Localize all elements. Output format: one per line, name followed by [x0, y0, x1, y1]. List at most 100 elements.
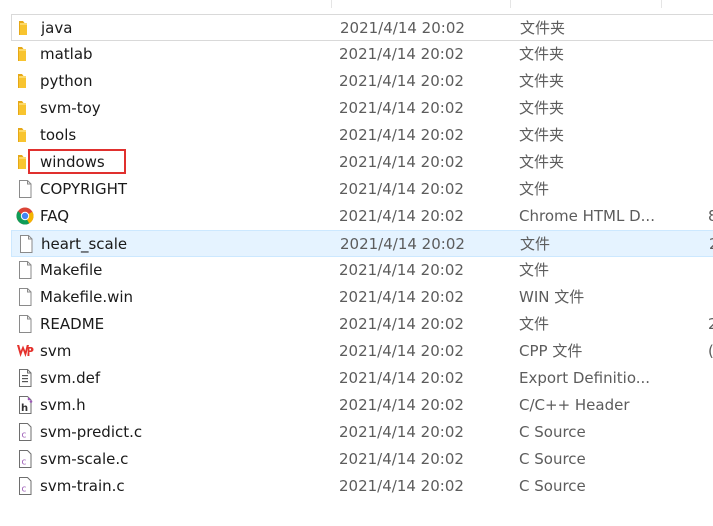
modified-date: 2021/4/14 20:02 — [339, 369, 464, 387]
file-row-svm-scale-c[interactable]: c svm-scale.c 2021/4/14 20:02 C Source — [11, 446, 713, 473]
file-size — [708, 149, 713, 176]
file-row-copyright[interactable]: COPYRIGHT 2021/4/14 20:02 文件 — [11, 176, 713, 203]
svg-text:h: h — [21, 403, 28, 414]
file-type: C Source — [519, 423, 586, 441]
modified-date: 2021/4/14 20:02 — [339, 477, 464, 495]
modified-date: 2021/4/14 20:02 — [339, 450, 464, 468]
file-type: 文件 — [519, 180, 550, 198]
file-size: 2 — [709, 231, 713, 258]
folder-icon — [15, 98, 35, 118]
file-size — [708, 392, 713, 419]
file-type: 文件夹 — [519, 99, 565, 117]
column-divider[interactable] — [331, 0, 332, 8]
folder-icon — [16, 18, 36, 38]
file-row-matlab[interactable]: matlab 2021/4/14 20:02 文件夹 — [11, 41, 713, 68]
file-name: java — [41, 19, 73, 37]
file-name: Makefile.win — [40, 288, 134, 306]
file-icon — [15, 287, 35, 307]
c-source-icon: c — [15, 449, 35, 469]
svg-text:c: c — [22, 485, 27, 495]
file-name: heart_scale — [41, 235, 128, 253]
file-size — [708, 473, 713, 500]
def-file-icon — [15, 368, 35, 388]
file-type: C/C++ Header — [519, 396, 630, 414]
file-type: 文件 — [519, 315, 550, 333]
file-icon — [15, 260, 35, 280]
file-row-svm-toy[interactable]: svm-toy 2021/4/14 20:02 文件夹 — [11, 95, 713, 122]
column-divider[interactable] — [661, 0, 662, 8]
file-type: C Source — [519, 477, 586, 495]
file-row-tools[interactable]: tools 2021/4/14 20:02 文件夹 — [11, 122, 713, 149]
file-size — [708, 68, 713, 95]
file-row-svm[interactable]: svm 2021/4/14 20:02 CPP 文件 ( — [11, 338, 713, 365]
file-size — [708, 257, 713, 284]
file-type: Chrome HTML D... — [519, 207, 655, 225]
file-row-windows[interactable]: windows 2021/4/14 20:02 文件夹 — [11, 149, 713, 176]
modified-date: 2021/4/14 20:02 — [339, 342, 464, 360]
file-type: 文件夹 — [519, 72, 565, 90]
file-row-java[interactable]: java 2021/4/14 20:02 文件夹 — [11, 14, 713, 41]
file-name: svm.def — [40, 369, 101, 387]
file-type: C Source — [519, 450, 586, 468]
file-row-svm-def[interactable]: svm.def 2021/4/14 20:02 Export Definitio..… — [11, 365, 713, 392]
modified-date: 2021/4/14 20:02 — [339, 288, 464, 306]
file-row-makefile[interactable]: Makefile 2021/4/14 20:02 文件 — [11, 257, 713, 284]
file-row-makefile-win[interactable]: Makefile.win 2021/4/14 20:02 WIN 文件 — [11, 284, 713, 311]
folder-icon — [15, 152, 35, 172]
modified-date: 2021/4/14 20:02 — [339, 207, 464, 225]
file-size — [708, 122, 713, 149]
file-size — [709, 15, 713, 42]
file-row-heart-scale[interactable]: heart_scale 2021/4/14 20:02 文件 2 — [11, 230, 713, 257]
file-type: WIN 文件 — [519, 288, 585, 306]
file-name: tools — [40, 126, 77, 144]
file-name: COPYRIGHT — [40, 180, 128, 198]
file-type: Export Definitio... — [519, 369, 651, 387]
file-row-svm-train-c[interactable]: c svm-train.c 2021/4/14 20:02 C Source — [11, 473, 713, 500]
chrome-icon — [15, 206, 35, 226]
modified-date: 2021/4/14 20:02 — [339, 126, 464, 144]
file-name: FAQ — [40, 207, 70, 225]
c-source-icon: c — [15, 422, 35, 442]
modified-date: 2021/4/14 20:02 — [339, 315, 464, 333]
file-type: 文件夹 — [520, 19, 566, 37]
modified-date: 2021/4/14 20:02 — [340, 235, 465, 253]
file-name: svm-scale.c — [40, 450, 129, 468]
file-icon — [16, 234, 36, 254]
file-size — [708, 446, 713, 473]
file-icon — [15, 314, 35, 334]
folder-icon — [15, 44, 35, 64]
file-size — [708, 365, 713, 392]
file-size — [708, 284, 713, 311]
file-size — [708, 95, 713, 122]
file-type: CPP 文件 — [519, 342, 583, 360]
file-type: 文件夹 — [519, 153, 565, 171]
file-type: 文件夹 — [519, 45, 565, 63]
file-size: 2 — [708, 315, 713, 333]
file-row-faq[interactable]: FAQ 2021/4/14 20:02 Chrome HTML D... 8 — [11, 203, 713, 230]
file-row-svm-predict-c[interactable]: c svm-predict.c 2021/4/14 20:02 C Source — [11, 419, 713, 446]
file-type: 文件夹 — [519, 126, 565, 144]
file-row-readme[interactable]: README 2021/4/14 20:02 文件 2 — [11, 311, 713, 338]
svg-text:c: c — [22, 458, 27, 468]
file-name: python — [40, 72, 93, 90]
file-type: 文件 — [519, 261, 550, 279]
file-row-svm-h[interactable]: h svm.h 2021/4/14 20:02 C/C++ Header — [11, 392, 713, 419]
svg-text:c: c — [22, 431, 27, 441]
file-icon — [15, 179, 35, 199]
file-name: matlab — [40, 45, 93, 63]
file-name: svm — [40, 342, 72, 360]
column-divider[interactable] — [510, 0, 511, 8]
file-name: README — [40, 315, 105, 333]
file-name: svm.h — [40, 396, 86, 414]
file-name: Makefile — [40, 261, 103, 279]
file-size — [708, 419, 713, 446]
file-row-python[interactable]: python 2021/4/14 20:02 文件夹 — [11, 68, 713, 95]
file-size: 8 — [708, 207, 713, 225]
folder-icon — [15, 125, 35, 145]
modified-date: 2021/4/14 20:02 — [339, 153, 464, 171]
modified-date: 2021/4/14 20:02 — [339, 261, 464, 279]
header-file-icon: h — [15, 395, 35, 415]
file-size: ( — [708, 338, 713, 365]
file-name: svm-predict.c — [40, 423, 143, 441]
file-size — [708, 176, 713, 203]
